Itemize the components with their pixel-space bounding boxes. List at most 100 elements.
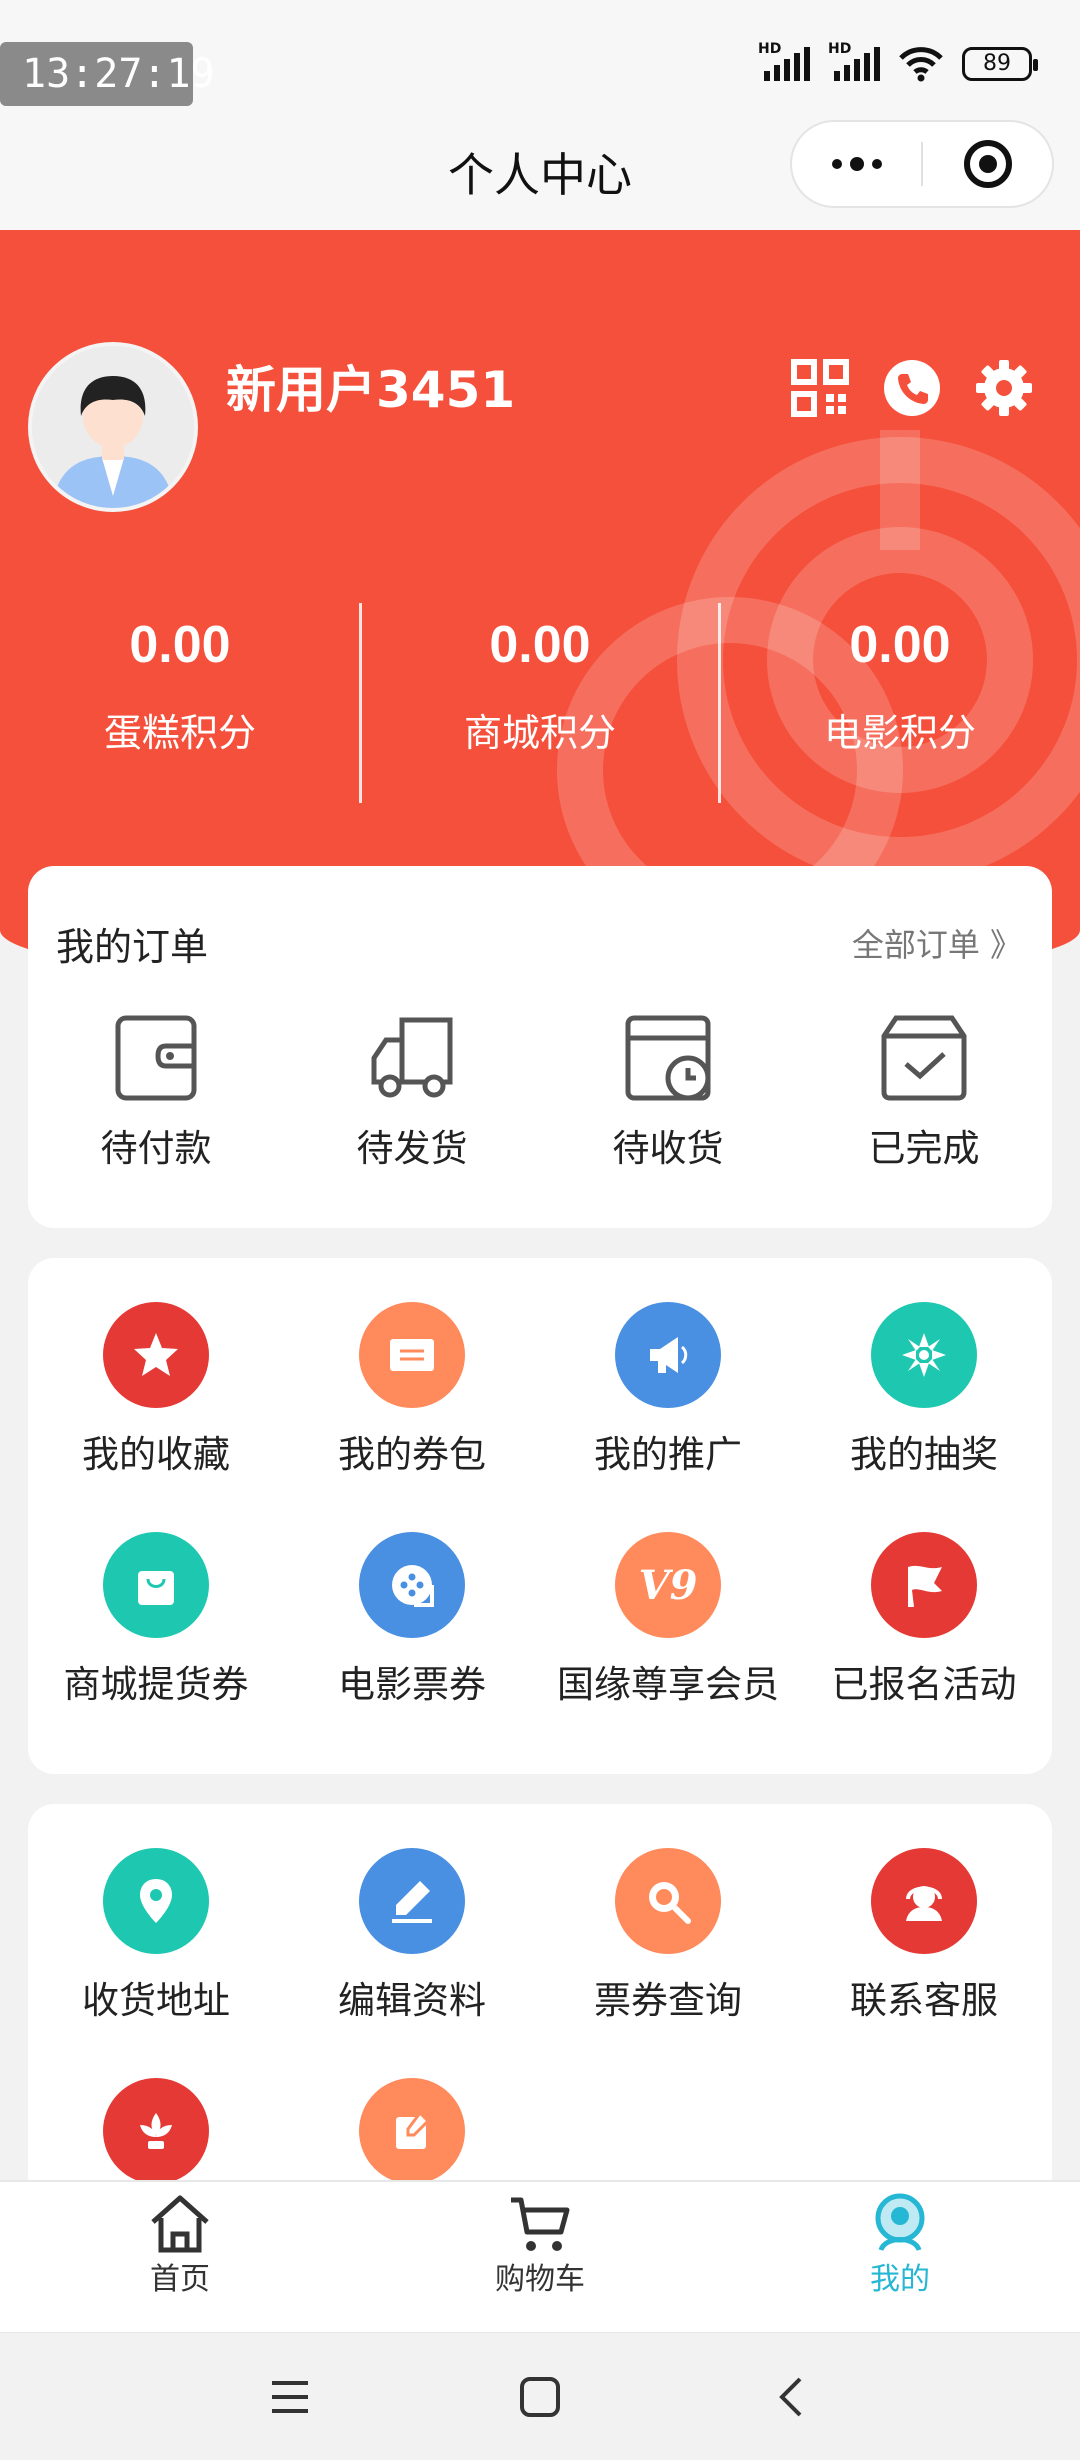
item-label: 已报名活动 <box>831 1663 1017 1706</box>
item-label: 我的推广 <box>594 1433 742 1476</box>
calendar-clock-icon <box>625 1015 711 1101</box>
v9-badge-text: V9 <box>638 1561 698 1609</box>
profile-icon <box>875 2193 925 2252</box>
order-label: 待发货 <box>356 1127 468 1170</box>
item-label: 我的抽奖 <box>850 1433 998 1476</box>
movie-ticket-item[interactable]: 电影票券 <box>284 1532 540 1710</box>
shopping-bag-icon <box>103 1532 209 1638</box>
signal-icon-2: HD <box>828 41 880 81</box>
qrcode-icon[interactable] <box>788 356 852 420</box>
wallet-icon <box>115 1015 197 1101</box>
mall-points-value: 0.00 <box>489 616 591 674</box>
star-icon <box>103 1302 209 1408</box>
order-pending-receipt[interactable]: 待收货 <box>540 1010 796 1174</box>
cart-icon <box>511 2197 570 2251</box>
ticket-query-item[interactable]: 票券查询 <box>540 1848 796 2026</box>
v9-badge-icon: V9 <box>615 1532 721 1638</box>
tab-label: 首页 <box>150 2262 210 2297</box>
pen-icon <box>359 1848 465 1954</box>
services-card: 我的收藏 我的券包 我的推广 我的抽奖 商城提货券 电影票券 V9 国缘尊享会员… <box>28 1258 1052 1774</box>
item-label: 编辑资料 <box>338 1979 486 2022</box>
promotion-item[interactable]: 我的推广 <box>540 1302 796 1480</box>
network-type-label: HD <box>758 41 782 57</box>
order-label: 待收货 <box>612 1127 724 1170</box>
magnifier-icon <box>615 1848 721 1954</box>
status-icons: HD HD 89 <box>758 41 1038 82</box>
tab-label: 我的 <box>870 2262 930 2297</box>
menu-icon[interactable] <box>268 2377 312 2417</box>
megaphone-icon <box>615 1302 721 1408</box>
orders-title: 我的订单 <box>56 925 209 969</box>
order-pending-payment[interactable]: 待付款 <box>28 1010 284 1174</box>
item-label: 我的券包 <box>338 1433 486 1476</box>
home-icon <box>151 2195 209 2253</box>
status-time: 13:27:19 <box>0 42 215 106</box>
item-label: 票券查询 <box>594 1979 742 2022</box>
edit-note-icon <box>359 2078 465 2184</box>
more-button[interactable] <box>792 122 921 206</box>
home-button-icon[interactable] <box>518 2375 562 2419</box>
movie-points[interactable]: 0.00 电影积分 <box>720 610 1080 758</box>
item-label: 收货地址 <box>82 1979 230 2022</box>
all-orders-link[interactable]: 全部订单 》 <box>852 920 1022 966</box>
headset-icon <box>871 1848 977 1954</box>
username: 新用户3451 <box>226 361 516 419</box>
tab-profile[interactable]: 我的 <box>720 2192 1080 2300</box>
item-label: 联系客服 <box>850 1979 998 2022</box>
nav-bar: 个人中心 <box>0 120 1080 230</box>
tab-label: 购物车 <box>495 2262 585 2297</box>
flower-icon <box>103 2078 209 2184</box>
item-label: 电影票券 <box>338 1663 486 1706</box>
address-item[interactable]: 收货地址 <box>28 1848 284 2026</box>
settings-gear-icon[interactable] <box>972 356 1036 420</box>
location-pin-icon <box>103 1848 209 1954</box>
more-dots-icon <box>831 157 882 171</box>
network-type-label-2: HD <box>828 41 852 57</box>
edit-profile-item[interactable]: 编辑资料 <box>284 1848 540 2026</box>
vip-member-item[interactable]: V9 国缘尊享会员 <box>540 1532 796 1710</box>
order-label: 待付款 <box>100 1127 212 1170</box>
signal-icon: HD <box>758 41 810 81</box>
coupon-wallet-item[interactable]: 我的券包 <box>284 1302 540 1480</box>
battery-indicator: 89 <box>962 47 1038 81</box>
tab-home[interactable]: 首页 <box>0 2192 360 2300</box>
registered-events-item[interactable]: 已报名活动 <box>796 1532 1052 1710</box>
page: 13:27:19 HD HD 89 个人中心 新用户3451 0.00 蛋糕积分… <box>0 0 1080 2460</box>
favorites-item[interactable]: 我的收藏 <box>28 1302 284 1480</box>
ticket-icon <box>359 1302 465 1408</box>
system-nav-bar <box>0 2332 1080 2460</box>
order-completed[interactable]: 已完成 <box>796 1010 1052 1174</box>
flag-icon <box>871 1532 977 1638</box>
cake-points-value: 0.00 <box>129 616 231 674</box>
user-avatar-icon <box>32 346 194 508</box>
back-chevron-icon[interactable] <box>772 2375 812 2419</box>
box-check-icon <box>881 1015 967 1101</box>
order-label: 已完成 <box>868 1127 980 1170</box>
wifi-icon <box>899 47 943 82</box>
item-label: 我的收藏 <box>82 1433 230 1476</box>
avatar[interactable] <box>28 342 198 512</box>
tab-bar: 首页 购物车 我的 <box>0 2180 1080 2332</box>
tab-cart[interactable]: 购物车 <box>360 2192 720 2300</box>
mall-voucher-item[interactable]: 商城提货券 <box>28 1532 284 1710</box>
cake-points[interactable]: 0.00 蛋糕积分 <box>0 610 360 758</box>
status-bar: 13:27:19 HD HD 89 <box>0 0 1080 120</box>
orders-card: 我的订单 全部订单 》 待付款 待发货 待收货 已完成 <box>28 866 1052 1228</box>
mini-program-capsule <box>790 120 1054 208</box>
cake-points-label: 蛋糕积分 <box>103 711 256 755</box>
tools-card: 收货地址 编辑资料 票券查询 联系客服 <box>28 1804 1052 2204</box>
customer-service-item[interactable]: 联系客服 <box>796 1848 1052 2026</box>
item-label: 商城提货券 <box>63 1663 249 1706</box>
pinwheel-icon <box>871 1302 977 1408</box>
mall-points-label: 商城积分 <box>463 711 616 755</box>
mall-points[interactable]: 0.00 商城积分 <box>360 610 720 758</box>
order-pending-shipment[interactable]: 待发货 <box>284 1010 540 1174</box>
film-reel-icon <box>359 1532 465 1638</box>
target-icon <box>963 140 1012 188</box>
truck-icon <box>371 1017 453 1098</box>
movie-points-label: 电影积分 <box>823 711 976 755</box>
item-label: 国缘尊享会员 <box>557 1663 779 1706</box>
phone-icon[interactable] <box>880 356 944 420</box>
lottery-item[interactable]: 我的抽奖 <box>796 1302 1052 1480</box>
close-program-button[interactable] <box>923 122 1052 206</box>
